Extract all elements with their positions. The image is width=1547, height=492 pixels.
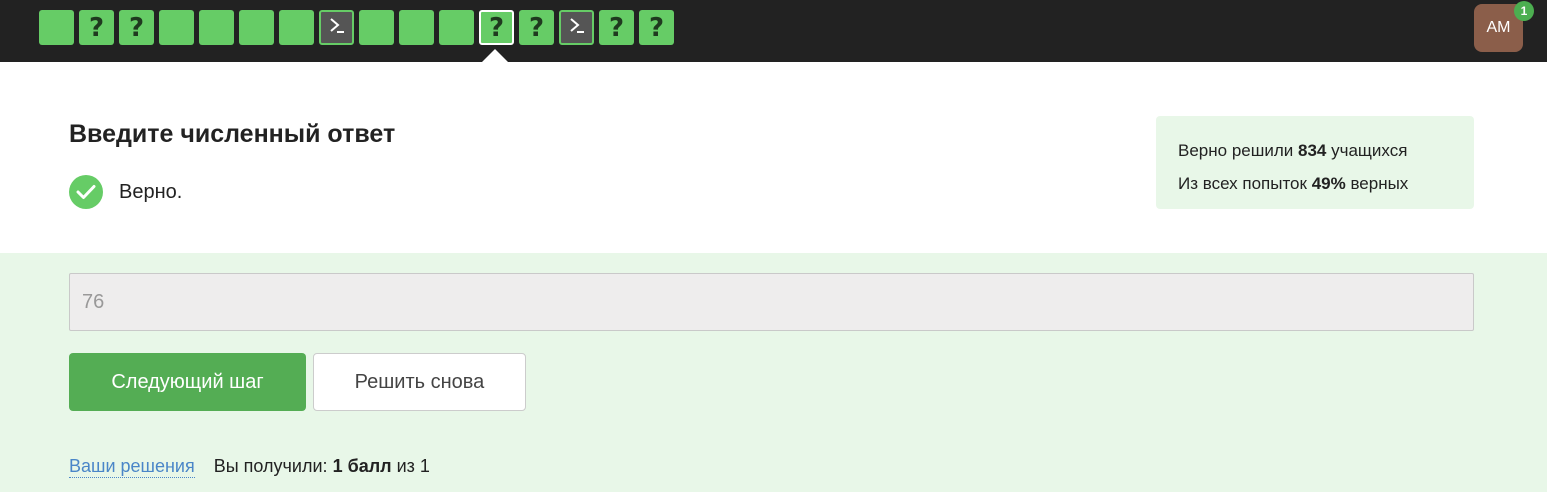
verdict-text: Верно.	[119, 180, 183, 203]
verdict: Верно.	[69, 175, 182, 209]
score-prefix: Вы получили:	[213, 456, 328, 476]
step-5[interactable]	[199, 10, 234, 45]
stats-panel: Верно решили 834 учащихся Из всех попыто…	[1156, 116, 1474, 209]
terminal-icon	[567, 15, 587, 40]
stats-attempts-suffix: верных	[1350, 174, 1409, 193]
top-bar: ?????? AM 1	[0, 0, 1547, 62]
step-1[interactable]	[39, 10, 74, 45]
step-6[interactable]	[239, 10, 274, 45]
step-9[interactable]	[359, 10, 394, 45]
step-11[interactable]	[439, 10, 474, 45]
stats-solved-suffix: учащихся	[1331, 141, 1408, 160]
score-suffix: из 1	[396, 456, 430, 476]
step-10[interactable]	[399, 10, 434, 45]
stats-solved: Верно решили 834 учащихся	[1178, 134, 1474, 167]
active-step-pointer	[482, 49, 508, 62]
step-3[interactable]: ?	[119, 10, 154, 45]
question-mark-icon: ?	[88, 12, 105, 43]
notification-badge[interactable]: 1	[1514, 1, 1534, 21]
check-circle-icon	[69, 175, 103, 209]
step-2[interactable]: ?	[79, 10, 114, 45]
step-14[interactable]	[559, 10, 594, 45]
answer-input[interactable]	[69, 273, 1474, 331]
step-navigation: ??????	[39, 10, 674, 45]
stats-solved-prefix: Верно решили	[1178, 141, 1294, 160]
stats-attempts: Из всех попыток 49% верных	[1178, 167, 1474, 200]
step-7[interactable]	[279, 10, 314, 45]
question-mark-icon: ?	[128, 12, 145, 43]
score-text: Вы получили: 1 балл из 1	[214, 456, 430, 478]
solve-again-button[interactable]: Решить снова	[313, 353, 526, 411]
stats-attempts-prefix: Из всех попыток	[1178, 174, 1307, 193]
terminal-icon	[327, 15, 347, 40]
next-step-button[interactable]: Следующий шаг	[69, 353, 306, 411]
step-15[interactable]: ?	[599, 10, 634, 45]
question-mark-icon: ?	[608, 12, 625, 43]
step-12[interactable]: ?	[479, 10, 514, 45]
page-title: Введите численный ответ	[69, 120, 396, 148]
question-mark-icon: ?	[648, 12, 665, 43]
question-mark-icon: ?	[528, 12, 545, 43]
question-mark-icon: ?	[488, 12, 505, 43]
stats-attempts-percent: 49%	[1311, 174, 1346, 193]
step-16[interactable]: ?	[639, 10, 674, 45]
step-13[interactable]: ?	[519, 10, 554, 45]
score-value: 1 балл	[332, 456, 392, 476]
stats-solved-count: 834	[1298, 141, 1327, 160]
your-solutions-link[interactable]: Ваши решения	[69, 456, 195, 478]
footer: Ваши решения Вы получили: 1 балл из 1	[69, 456, 430, 478]
step-8[interactable]	[319, 10, 354, 45]
step-4[interactable]	[159, 10, 194, 45]
